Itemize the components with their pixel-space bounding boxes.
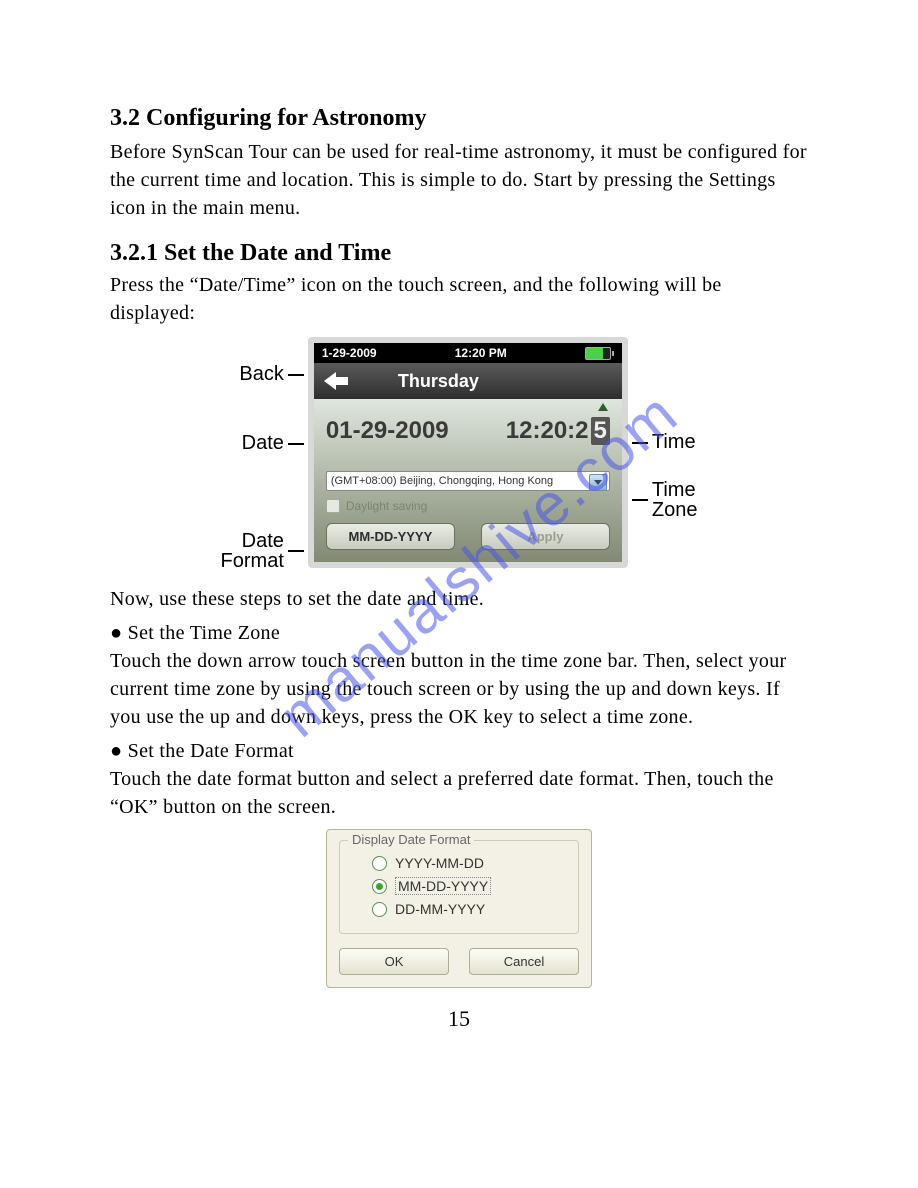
dialog-group-title: Display Date Format xyxy=(348,832,474,847)
battery-icon xyxy=(585,347,614,360)
chevron-down-icon[interactable] xyxy=(589,474,607,491)
subsection-heading: 3.2.1 Set the Date and Time xyxy=(110,240,808,267)
radio-option-yyyy-mm-dd[interactable]: YYYY-MM-DD xyxy=(372,855,568,871)
callout-line xyxy=(632,499,648,501)
date-format-dialog: Display Date Format YYYY-MM-DD MM-DD-YYY… xyxy=(326,829,592,988)
callout-time: Time xyxy=(652,431,696,454)
time-seconds-edit[interactable]: 5 xyxy=(591,417,610,445)
daylight-saving-label: Daylight saving xyxy=(346,499,427,513)
radio-label: YYYY-MM-DD xyxy=(395,855,484,871)
status-bar: 1-29-2009 12:20 PM xyxy=(314,343,622,363)
radio-label: MM-DD-YYYY xyxy=(395,877,491,895)
radio-icon xyxy=(372,856,387,871)
timezone-value: (GMT+08:00) Beijing, Chongqing, Hong Kon… xyxy=(331,475,553,487)
radio-label: DD-MM-YYYY xyxy=(395,901,485,917)
daylight-saving-checkbox[interactable] xyxy=(326,499,340,513)
callout-line xyxy=(288,374,304,376)
callout-date-format: Date Format xyxy=(221,531,284,571)
back-arrow-icon[interactable] xyxy=(324,372,350,390)
radio-icon xyxy=(372,902,387,917)
device-screen: 1-29-2009 12:20 PM Thursday 01-29-2009 xyxy=(308,337,628,568)
date-value[interactable]: 01-29-2009 xyxy=(326,417,449,445)
callout-line xyxy=(632,442,648,444)
bullet-set-timezone: ● Set the Time Zone xyxy=(110,619,808,647)
radio-option-mm-dd-yyyy[interactable]: MM-DD-YYYY xyxy=(372,877,568,895)
bullet-set-date-format: ● Set the Date Format xyxy=(110,737,808,765)
section-intro: Before SynScan Tour can be used for real… xyxy=(110,138,808,222)
radio-option-dd-mm-yyyy[interactable]: DD-MM-YYYY xyxy=(372,901,568,917)
para-set-date-format: Touch the date format button and select … xyxy=(110,765,808,821)
callout-date: Date xyxy=(242,432,284,455)
titlebar-day: Thursday xyxy=(368,371,612,392)
statusbar-clock: 12:20 PM xyxy=(455,346,507,360)
callout-back: Back xyxy=(239,363,283,386)
date-format-group: Display Date Format YYYY-MM-DD MM-DD-YYY… xyxy=(339,840,579,934)
callout-line xyxy=(288,550,304,552)
apply-button[interactable]: Apply xyxy=(481,523,610,550)
figure-date-format-dialog: Display Date Format YYYY-MM-DD MM-DD-YYY… xyxy=(110,829,808,988)
ok-button[interactable]: OK xyxy=(339,948,449,975)
date-format-button[interactable]: MM-DD-YYYY xyxy=(326,523,455,550)
up-arrow-icon[interactable] xyxy=(598,403,608,411)
time-hm: 12:20:2 xyxy=(506,417,589,445)
section-heading: 3.2 Configuring for Astronomy xyxy=(110,105,808,132)
radio-icon xyxy=(372,879,387,894)
title-bar: Thursday xyxy=(314,363,622,399)
subsection-intro: Press the “Date/Time” icon on the touch … xyxy=(110,271,808,327)
statusbar-date: 1-29-2009 xyxy=(322,346,377,360)
time-value[interactable]: 12:20:25 xyxy=(506,417,610,445)
timezone-select[interactable]: (GMT+08:00) Beijing, Chongqing, Hong Kon… xyxy=(326,471,610,491)
callout-line xyxy=(288,443,304,445)
cancel-button[interactable]: Cancel xyxy=(469,948,579,975)
callout-time-zone: Time Zone xyxy=(652,480,698,520)
para-set-timezone: Touch the down arrow touch screen button… xyxy=(110,647,808,731)
steps-lead: Now, use these steps to set the date and… xyxy=(110,585,808,613)
page-number: 15 xyxy=(110,1006,808,1032)
figure-date-time: Back Date Date Format 1-29-2009 12:20 PM xyxy=(110,337,808,571)
